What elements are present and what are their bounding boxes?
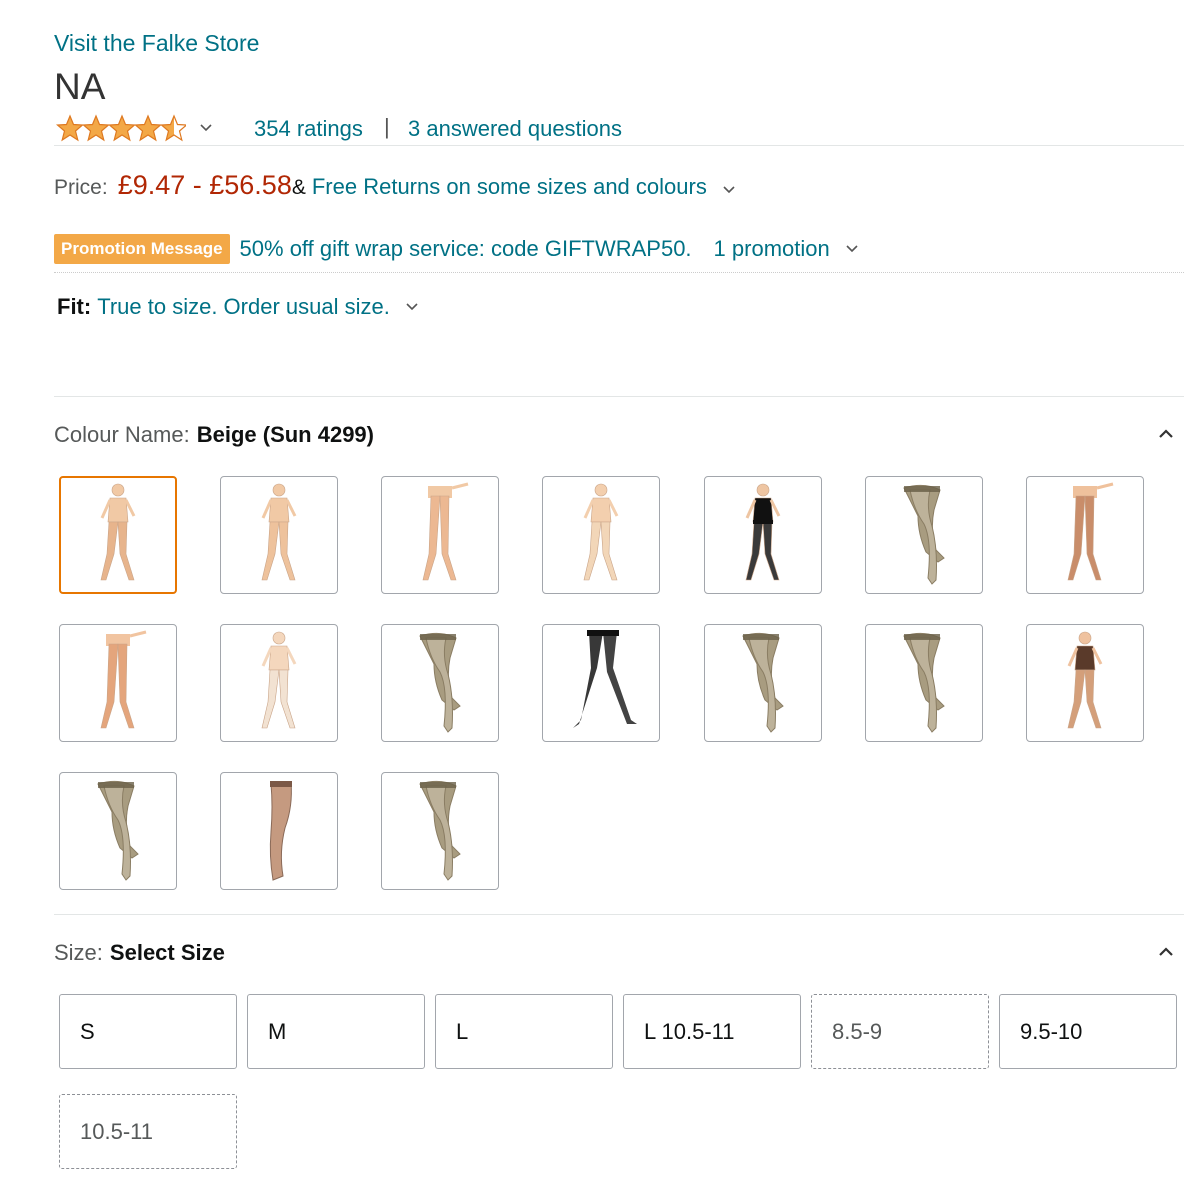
fit-row: Fit: True to size. Order usual size. xyxy=(57,294,418,320)
colour-swatch[interactable] xyxy=(1026,624,1144,742)
ratings-count-link[interactable]: 354 ratings xyxy=(254,116,363,142)
colour-swatch[interactable] xyxy=(865,476,983,594)
colour-swatch[interactable] xyxy=(220,476,338,594)
colour-header: Colour Name: Beige (Sun 4299) xyxy=(54,422,374,448)
colour-swatch[interactable] xyxy=(381,624,499,742)
single-leg-stocking-icon xyxy=(269,781,292,881)
star-rating[interactable] xyxy=(54,114,186,142)
chevron-down-icon[interactable] xyxy=(200,124,212,132)
price-amp: & xyxy=(291,176,306,199)
dotted-divider xyxy=(54,272,1184,273)
promotion-badge: Promotion Message xyxy=(54,234,230,264)
rating-row xyxy=(54,112,212,144)
shiny-stockings-icon xyxy=(903,484,945,585)
star-rating-icon xyxy=(56,115,186,141)
free-returns-link[interactable]: Free Returns on some sizes and colours xyxy=(312,174,707,200)
colour-swatch[interactable] xyxy=(381,772,499,890)
shiny-stockings-icon xyxy=(742,632,784,733)
colour-swatch[interactable] xyxy=(704,476,822,594)
colour-swatch[interactable] xyxy=(865,624,983,742)
colour-swatch[interactable] xyxy=(1026,476,1144,594)
rating-separator: | xyxy=(384,114,390,139)
colour-swatch[interactable] xyxy=(704,624,822,742)
colour-swatch[interactable] xyxy=(59,624,177,742)
colour-selected-value: Beige (Sun 4299) xyxy=(196,422,374,447)
size-option-button[interactable]: L xyxy=(435,994,613,1069)
fit-link[interactable]: True to size. Order usual size. xyxy=(97,294,390,320)
divider xyxy=(54,914,1184,915)
price-range: £9.47 - £56.58 xyxy=(117,170,292,200)
colour-swatch[interactable] xyxy=(381,476,499,594)
chevron-down-icon[interactable] xyxy=(846,245,858,253)
full-body-pale-tights-icon xyxy=(583,483,619,581)
legs-beige-tights-icon xyxy=(422,482,469,581)
chevron-down-icon[interactable] xyxy=(406,303,418,311)
store-link[interactable]: Visit the Falke Store xyxy=(54,30,259,57)
colour-swatch[interactable] xyxy=(220,772,338,890)
product-title: NA xyxy=(54,66,106,107)
promotion-count-link[interactable]: 1 promotion xyxy=(714,236,830,262)
answered-questions-link[interactable]: 3 answered questions xyxy=(408,116,622,142)
colour-label: Colour Name: xyxy=(54,422,190,447)
price-label: Price: xyxy=(54,176,108,199)
black-sheer-stockings-icon xyxy=(573,630,637,728)
colour-swatch[interactable] xyxy=(59,772,177,890)
size-header: Size: Select Size xyxy=(54,940,225,966)
shiny-stockings-icon xyxy=(419,632,461,733)
colour-swatch[interactable] xyxy=(542,476,660,594)
size-selected-value: Select Size xyxy=(109,940,225,965)
size-option-button[interactable]: 9.5-10 xyxy=(999,994,1177,1069)
size-option-button[interactable]: M xyxy=(247,994,425,1069)
promotion-text: 50% off gift wrap service: code GIFTWRAP… xyxy=(239,236,692,261)
size-option-button[interactable]: L 10.5-11 xyxy=(623,994,801,1069)
legs-tan-stockings-icon xyxy=(1067,482,1114,581)
shiny-stockings-icon xyxy=(903,632,945,733)
divider xyxy=(54,145,1184,146)
legs-tan-tights-icon xyxy=(100,630,147,729)
fit-label: Fit: xyxy=(57,294,92,319)
colour-swatch[interactable] xyxy=(542,624,660,742)
size-label: Size: xyxy=(54,940,103,965)
size-option-button[interactable]: 10.5-11 xyxy=(59,1094,237,1169)
full-body-nude-tights-icon xyxy=(261,483,297,581)
full-body-tan-stockings-icon xyxy=(1067,631,1103,729)
chevron-down-icon[interactable] xyxy=(723,186,735,194)
divider xyxy=(54,396,1184,397)
chevron-up-icon[interactable] xyxy=(1156,942,1176,962)
full-body-white-tights-icon xyxy=(261,631,297,729)
shiny-stockings-icon xyxy=(419,780,461,881)
price-row: Price: £9.47 - £56.58 & Free Returns on … xyxy=(54,170,735,201)
colour-swatch[interactable] xyxy=(220,624,338,742)
promotion-row: Promotion Message 50% off gift wrap serv… xyxy=(54,234,858,264)
full-body-beige-tights-icon xyxy=(100,483,136,581)
size-option-button[interactable]: 8.5-9 xyxy=(811,994,989,1069)
black-lingerie-stockings-icon xyxy=(745,483,781,581)
colour-swatch[interactable] xyxy=(59,476,177,594)
chevron-up-icon[interactable] xyxy=(1156,424,1176,444)
shiny-stockings-icon xyxy=(97,780,139,881)
size-option-button[interactable]: S xyxy=(59,994,237,1069)
